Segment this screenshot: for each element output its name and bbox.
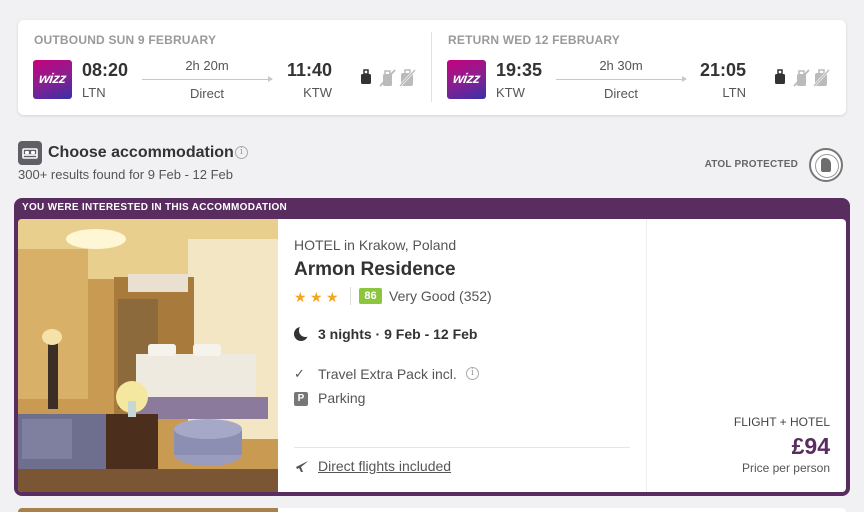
hotel-name[interactable]: Armon Residence bbox=[294, 259, 456, 281]
star-icon: ★ bbox=[294, 290, 307, 306]
results-count: 300+ results found for 9 Feb - 12 Feb bbox=[18, 167, 233, 182]
departure-time: 19:35 bbox=[496, 60, 543, 80]
bed-icon bbox=[18, 141, 42, 165]
atol-protected-label: ATOL PROTECTED bbox=[704, 159, 798, 170]
feature-label: Travel Extra Pack incl. bbox=[318, 366, 457, 382]
hotel-details: HOTEL in Krakow, Poland Armon Residence … bbox=[278, 219, 646, 492]
route-arrow bbox=[142, 76, 273, 82]
info-icon[interactable]: i bbox=[466, 367, 479, 380]
hotel-card-inner: HOTEL in Krakow, Poland Armon Residence … bbox=[18, 219, 846, 492]
flight-duration: 2h 30m bbox=[599, 58, 643, 73]
direct-flights-link[interactable]: Direct flights included bbox=[318, 458, 451, 474]
hotel-photo[interactable] bbox=[18, 508, 278, 512]
check-icon: ✓ bbox=[294, 366, 305, 381]
review-summary: Very Good (352) bbox=[389, 288, 492, 304]
return-title: RETURN WED 12 FEBRUARY bbox=[448, 33, 620, 47]
arrival-airport: LTN bbox=[722, 85, 746, 100]
info-icon[interactable]: i bbox=[235, 146, 248, 159]
departure-airport: KTW bbox=[496, 85, 525, 100]
flight-duration: 2h 20m bbox=[185, 58, 229, 73]
star-icon: ★ bbox=[310, 290, 323, 306]
flight-summary-card: OUTBOUND SUN 9 FEBRUARY wizz 08:20 LTN 2… bbox=[18, 20, 846, 115]
arrival-airport: KTW bbox=[303, 85, 332, 100]
star-icon: ★ bbox=[326, 290, 339, 306]
route-arrow bbox=[556, 76, 687, 82]
moon-icon bbox=[294, 324, 312, 341]
price: £94 bbox=[791, 433, 830, 459]
departure-airport: LTN bbox=[82, 85, 106, 100]
parking-icon: P bbox=[294, 392, 308, 406]
outbound-title: OUTBOUND SUN 9 FEBRUARY bbox=[34, 33, 217, 47]
no-large-bag-icon bbox=[793, 69, 810, 87]
departure-time: 08:20 bbox=[82, 60, 129, 80]
cabin-bag-icon bbox=[775, 69, 785, 84]
no-checked-bag-icon bbox=[399, 69, 416, 87]
price-note: Price per person bbox=[741, 461, 830, 475]
atol-seal-icon bbox=[809, 148, 843, 182]
accommodation-title: Choose accommodation bbox=[48, 144, 234, 161]
flight-stops: Direct bbox=[190, 86, 224, 101]
cabin-bag-icon bbox=[361, 69, 371, 84]
outbound-leg: OUTBOUND SUN 9 FEBRUARY wizz 08:20 LTN 2… bbox=[18, 20, 432, 115]
review-score-badge: 86 bbox=[359, 288, 382, 304]
no-large-bag-icon bbox=[379, 69, 396, 87]
no-checked-bag-icon bbox=[813, 69, 830, 87]
star-rating: ★ ★ ★ bbox=[294, 289, 342, 306]
return-leg: RETURN WED 12 FEBRUARY wizz 19:35 KTW 2h… bbox=[432, 20, 846, 115]
wizz-air-logo: wizz bbox=[33, 60, 72, 99]
hotel-photo[interactable] bbox=[18, 219, 278, 492]
arrival-time: 11:40 bbox=[286, 60, 332, 80]
baggage-icons bbox=[358, 69, 418, 89]
interest-banner: YOU WERE INTERESTED IN THIS ACCOMMODATIO… bbox=[22, 202, 288, 213]
package-type: FLIGHT + HOTEL bbox=[733, 415, 830, 429]
rating-divider bbox=[350, 287, 351, 305]
feature-label: Parking bbox=[318, 390, 366, 406]
hotel-location: HOTEL in Krakow, Poland bbox=[294, 237, 457, 253]
plane-icon bbox=[296, 461, 308, 472]
baggage-icons bbox=[772, 69, 832, 89]
price-panel[interactable]: FLIGHT + HOTEL £94 Price per person bbox=[646, 219, 846, 492]
stay-dates: 3 nights · 9 Feb - 12 Feb bbox=[318, 326, 478, 342]
divider bbox=[294, 447, 630, 448]
flight-stops: Direct bbox=[604, 86, 638, 101]
next-hotel-card[interactable] bbox=[18, 508, 846, 512]
wizz-air-logo: wizz bbox=[447, 60, 486, 99]
highlighted-hotel-card[interactable]: YOU WERE INTERESTED IN THIS ACCOMMODATIO… bbox=[14, 198, 850, 496]
arrival-time: 21:05 bbox=[699, 60, 746, 80]
